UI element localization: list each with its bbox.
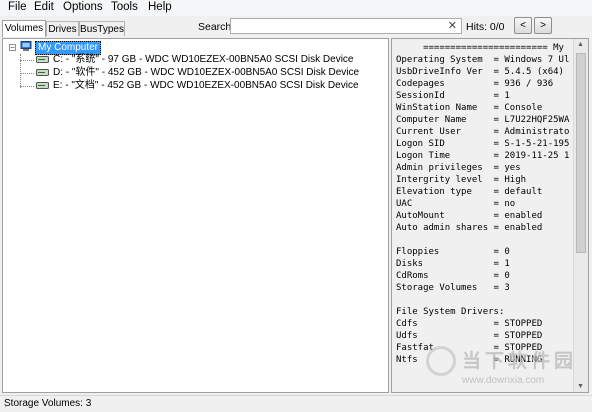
watermark-brand: 当下软件园 [462, 351, 578, 372]
info-line: ======================= My [396, 43, 564, 53]
info-line: CdRoms = 0 [396, 271, 510, 281]
info-line: Computer Name = L7U22HQF25WA [396, 115, 570, 125]
watermark-url: www.downxia.com [462, 375, 545, 386]
info-text: ======================= My Operating Syst… [396, 42, 574, 366]
hard-drive-icon [36, 56, 49, 63]
info-line: Udfs = STOPPED [396, 331, 543, 341]
resize-grip-icon[interactable]: ⋰ [4, 398, 591, 411]
volume-tree[interactable]: − My Computer C: - "系统" - 97 GB - WDC WD… [2, 38, 389, 393]
tab-volumes[interactable]: Volumes [2, 20, 46, 37]
info-line: UsbDriveInfo Ver = 5.4.5 (x64) [396, 67, 564, 77]
menu-help[interactable]: Help [147, 1, 173, 13]
tree-root-label[interactable]: My Computer [35, 41, 102, 55]
info-line: SessionId = 1 [396, 91, 510, 101]
info-line: AutoMount = enabled [396, 211, 543, 221]
info-line: WinStation Name = Console [396, 103, 543, 113]
hard-drive-icon [36, 82, 49, 89]
info-line: Current User = Administrato [396, 127, 570, 137]
info-line: Auto admin shares = enabled [396, 223, 543, 233]
menu-options[interactable]: Options [62, 1, 104, 13]
info-line: Disks = 1 [396, 259, 510, 269]
volume-d-label: D: - "软件" - 452 GB - WDC WD10EZEX-00BN5A… [53, 67, 360, 78]
collapse-icon[interactable]: − [9, 44, 16, 52]
info-line: Intergrity level = High [396, 175, 527, 185]
hits-count: 0/0 [489, 21, 505, 33]
menu-edit[interactable]: Edit [33, 1, 55, 13]
hits-label: Hits: [466, 21, 487, 33]
info-panel[interactable]: ======================= My Operating Syst… [391, 38, 589, 393]
menu-file[interactable]: File [7, 1, 28, 13]
info-line: Logon Time = 2019-11-25 1 [396, 151, 570, 161]
hard-drive-icon [36, 69, 49, 76]
info-line: Admin privileges = yes [396, 163, 521, 173]
volume-e-label: E: - "文档" - 452 GB - WDC WD10EZEX-00BN5A… [53, 80, 359, 91]
info-line: UAC = no [396, 199, 516, 209]
menu-tools[interactable]: Tools [110, 1, 139, 13]
next-hit-button[interactable]: > [534, 17, 552, 34]
info-line: Logon SID = S-1-5-21-195 [396, 139, 570, 149]
computer-icon [20, 41, 32, 51]
info-line: Floppies = 0 [396, 247, 510, 257]
menu-bar: File Edit Options Tools Help [0, 0, 592, 16]
previous-hit-button[interactable]: < [514, 17, 532, 34]
info-line [396, 294, 574, 306]
search-label: Search: [198, 21, 235, 33]
info-line: Cdfs = STOPPED [396, 319, 543, 329]
watermark: 当下软件园 www.downxia.com [426, 346, 586, 390]
tab-bustypes[interactable]: BusTypes [79, 21, 125, 36]
clear-search-icon[interactable]: ✕ [448, 19, 457, 33]
scroll-up-icon[interactable]: ▲ [577, 41, 584, 48]
status-bar: Storage Volumes: 3 ⋰ [0, 395, 592, 412]
watermark-logo-icon [426, 346, 456, 376]
scrollbar-thumb[interactable] [576, 53, 586, 253]
tab-drives[interactable]: Drives [46, 21, 79, 36]
hits-readout: Hits: 0/0 [466, 21, 505, 33]
info-line: Elevation type = default [396, 187, 543, 197]
info-line: Storage Volumes = 3 [396, 283, 510, 293]
search-box: ✕ [230, 18, 462, 34]
info-line: Operating System = Windows 7 Ul [396, 55, 570, 65]
volume-c-label: C: - "系统" - 97 GB - WDC WD10EZEX-00BN5A0… [53, 54, 354, 65]
info-scrollbar[interactable]: ▲ ▼ [573, 39, 588, 392]
info-line: File System Drivers: [396, 307, 505, 317]
search-input[interactable] [233, 19, 445, 33]
info-line: Codepages = 936 / 936 [396, 79, 554, 89]
info-line [396, 234, 574, 246]
